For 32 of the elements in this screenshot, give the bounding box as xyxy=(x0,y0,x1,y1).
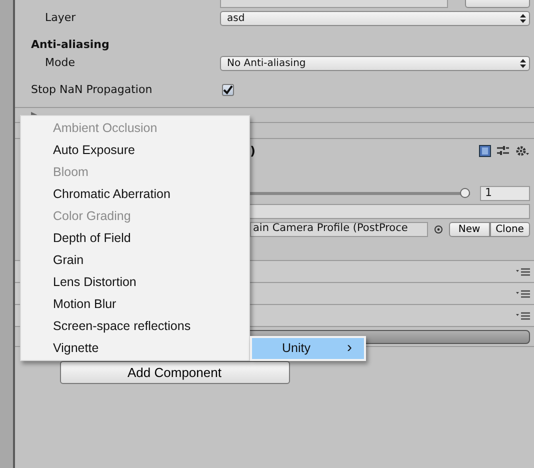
menu-item[interactable]: Screen-space reflections xyxy=(21,315,249,337)
object-field[interactable]: ain Camera Profile (PostProce xyxy=(250,222,428,236)
target-icon[interactable] xyxy=(434,224,443,234)
checkbox[interactable] xyxy=(222,84,234,96)
menu-item[interactable]: Lens Distortion xyxy=(21,271,249,293)
menu-item[interactable]: Motion Blur xyxy=(21,293,249,315)
preset-icon[interactable] xyxy=(497,144,509,156)
slider-thumb[interactable] xyxy=(460,188,470,198)
menu-item[interactable]: Chromatic Aberration xyxy=(21,183,249,205)
list-options-icon[interactable] xyxy=(516,268,530,276)
submenu-item[interactable]: Unity › xyxy=(252,338,364,359)
new-button[interactable]: New xyxy=(449,222,490,236)
field-label: Layer xyxy=(45,10,76,24)
list-options-icon[interactable] xyxy=(516,290,530,298)
component-title: ) xyxy=(250,142,256,160)
menu-item[interactable]: Grain xyxy=(21,249,249,271)
help-book-icon[interactable] xyxy=(479,144,491,156)
dropdown[interactable]: asd xyxy=(220,10,530,26)
clone-button[interactable]: Clone xyxy=(490,222,530,236)
number-field[interactable]: 1 xyxy=(480,186,530,200)
list-options-icon[interactable] xyxy=(516,312,530,320)
add-component-button[interactable]: Add Component xyxy=(60,361,290,384)
settings-icon[interactable] xyxy=(515,144,529,156)
field-label: Mode xyxy=(45,56,75,69)
dropdown-arrow-icon xyxy=(520,58,526,68)
dropdown-arrow-icon xyxy=(520,14,526,22)
menu-item[interactable]: Vignette xyxy=(21,337,249,359)
menu-item[interactable]: Auto Exposure xyxy=(21,139,249,161)
dropdown[interactable]: No Anti-aliasing xyxy=(220,56,530,70)
field-label: Stop NaN Propagation xyxy=(31,82,152,96)
section-heading: Anti-aliasing xyxy=(31,38,110,51)
menu-item[interactable]: Depth of Field xyxy=(21,227,249,249)
